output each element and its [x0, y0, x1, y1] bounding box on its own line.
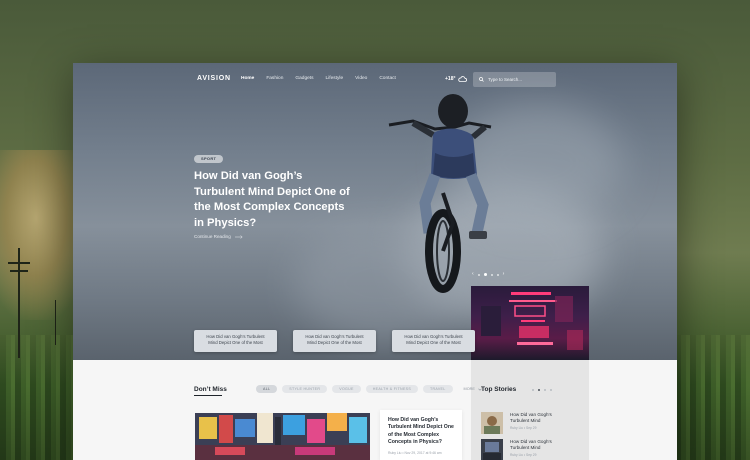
search-input[interactable]: Type to Search...: [488, 77, 522, 82]
mini-card[interactable]: How Did van Gogh’s Turbulent Mind Depict…: [392, 330, 475, 352]
continue-reading-label: Continue Reading: [194, 234, 231, 239]
pager-dot[interactable]: [544, 389, 546, 391]
hero-section: AVISION Home Fashion Gadgets Lifestyle V…: [73, 63, 677, 360]
nav-links: Home Fashion Gadgets Lifestyle Video Con…: [241, 76, 396, 81]
top-stories-pager: [532, 389, 552, 391]
top-stories-title: Top Stories: [481, 386, 517, 393]
nav-item-fashion[interactable]: Fashion: [266, 76, 283, 81]
website-window: AVISION Home Fashion Gadgets Lifestyle V…: [73, 63, 677, 460]
top-story-item[interactable]: How Did van Gogh’s Turbulent Mind Ruby L…: [481, 412, 570, 434]
slider-dot[interactable]: [477, 273, 480, 276]
story-meta: Ruby Liu • Sep 29: [510, 453, 537, 457]
more-filters-dropdown[interactable]: MORE: [464, 387, 482, 391]
featured-mini-cards: How Did van Gogh’s Turbulent Mind Depict…: [194, 330, 475, 352]
filter-all[interactable]: ALL: [256, 385, 278, 393]
times-square-image[interactable]: [195, 413, 370, 460]
dont-miss-underline: [194, 395, 222, 396]
search-icon: [479, 77, 484, 82]
nav-item-home[interactable]: Home: [241, 76, 254, 81]
filter-health-fitness[interactable]: HEALTH & FITNESS: [365, 385, 419, 393]
mini-card-title-line: Mind Depict One of the Most: [406, 340, 461, 345]
background-power-pole-bar: [10, 270, 28, 272]
featured-article-card[interactable]: How Did van Gogh’s Turbulent Mind Depict…: [380, 410, 462, 460]
dont-miss-title: Don’t Miss: [194, 386, 227, 393]
chevron-left-icon[interactable]: ‹: [472, 272, 474, 277]
story-title[interactable]: How Did van Gogh’s Turbulent Mind: [510, 412, 570, 424]
background-power-pole: [18, 248, 20, 358]
story-thumbnail: [481, 439, 503, 460]
hero-slider-controls: ‹ ›: [472, 272, 504, 277]
article-title[interactable]: How Did van Gogh’s Turbulent Mind Depict…: [388, 417, 454, 447]
category-filters: ALL STYLE HUNTER VOGUE HEALTH & FITNESS …: [256, 385, 482, 393]
site-logo[interactable]: AVISION: [197, 75, 231, 82]
arrow-right-icon: [234, 234, 243, 239]
content-section: Don’t Miss ALL STYLE HUNTER VOGUE HEALTH…: [73, 360, 677, 460]
background-power-pole: [55, 300, 56, 345]
slider-dot[interactable]: [496, 273, 499, 276]
slider-dot[interactable]: [490, 273, 493, 276]
cloud-icon: [458, 76, 468, 82]
city-billboards-illustration: [195, 413, 370, 460]
mini-card-title-line: Mind Depict One of the Most: [307, 340, 362, 345]
pager-dot-active[interactable]: [538, 389, 540, 391]
neon-sign-image[interactable]: [471, 286, 589, 360]
background-power-pole-bar: [8, 262, 30, 264]
weather-temperature: +18°: [445, 76, 456, 82]
mini-card[interactable]: How Did van Gogh’s Turbulent Mind Depict…: [194, 330, 277, 352]
mini-card[interactable]: How Did van Gogh’s Turbulent Mind Depict…: [293, 330, 376, 352]
mini-card-title-line: Mind Depict One of the Most: [208, 340, 263, 345]
nav-item-contact[interactable]: Contact: [379, 76, 396, 81]
hero-category-tag[interactable]: SPORT: [194, 155, 224, 163]
continue-reading-link[interactable]: Continue Reading: [194, 234, 243, 239]
top-navigation: AVISION Home Fashion Gadgets Lifestyle V…: [73, 63, 677, 97]
filter-vogue[interactable]: VOGUE: [332, 385, 361, 393]
chevron-right-icon[interactable]: ›: [503, 272, 505, 277]
story-title[interactable]: How Did van Gogh’s Turbulent Mind: [510, 439, 570, 451]
pager-dot[interactable]: [550, 389, 552, 391]
top-story-item[interactable]: How Did van Gogh’s Turbulent Mind Ruby L…: [481, 439, 570, 460]
story-thumbnail: [481, 412, 503, 434]
search-box[interactable]: Type to Search...: [473, 72, 556, 87]
neon-sign-illustration: [481, 292, 583, 350]
filter-style-hunter[interactable]: STYLE HUNTER: [282, 385, 328, 393]
weather-widget: +18°: [445, 76, 468, 82]
pager-dot[interactable]: [532, 389, 534, 391]
hero-bmx-rider-image: [388, 94, 492, 293]
story-meta: Ruby Liu • Sep 29: [510, 426, 537, 430]
filter-travel[interactable]: TRAVEL: [423, 385, 453, 393]
hero-headline[interactable]: How Did van Gogh’s Turbulent Mind Depict…: [194, 169, 354, 231]
nav-item-gadgets[interactable]: Gadgets: [295, 76, 313, 81]
slider-dot-active[interactable]: [483, 273, 487, 276]
article-meta: Ruby Liu • Nov 29, 2017 at 9:46 am: [388, 450, 442, 455]
nav-item-video[interactable]: Video: [355, 76, 367, 81]
more-label: MORE: [463, 387, 475, 391]
nav-item-lifestyle[interactable]: Lifestyle: [326, 76, 344, 81]
